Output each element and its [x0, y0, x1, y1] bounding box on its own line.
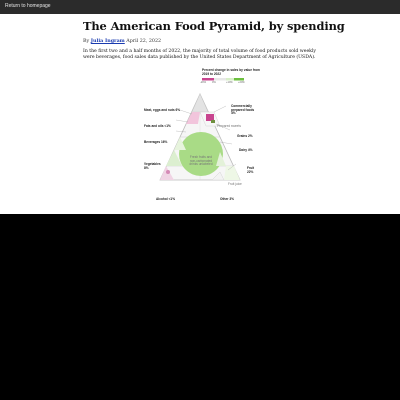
pyramid-graphic: [159, 78, 244, 181]
legend-title: Percent change in sales by value from 20…: [202, 68, 260, 76]
label-fruit: Fruit 22%: [247, 166, 255, 174]
label-vegetables: Vegetables 8%: [144, 162, 161, 170]
publish-date: April 22, 2022: [126, 39, 162, 44]
label-other: Other 3%: [220, 197, 234, 201]
label-commercially-prepared: Commercially prepared foods 4%: [231, 104, 255, 116]
label-alcohol: Alcohol <1%: [156, 197, 176, 201]
top-navigation-bar: Return to homepage: [0, 0, 400, 14]
legend-tick: +10%: [226, 81, 233, 84]
meat-segment: [191, 93, 209, 113]
label-center: Fresh fruits and non-carbonated drinks u…: [189, 155, 213, 167]
label-fats: Fats and oils <1%: [144, 124, 171, 128]
page-title: The American Food Pyramid, by spending: [83, 19, 345, 33]
legend-tick: +20%: [238, 81, 245, 84]
author-link[interactable]: Julia Ingram: [91, 38, 125, 44]
fruit-segment: [224, 166, 240, 180]
label-meat: Meat, eggs and nuts 6%: [144, 108, 181, 112]
food-pyramid-figure: Percent change in sales by value from 20…: [140, 68, 260, 200]
grains-block: [211, 120, 215, 123]
commercial-decline-block: [206, 114, 214, 121]
center-circle: [179, 132, 223, 176]
byline-prefix: By: [83, 39, 90, 44]
legend-tick: -20%: [200, 81, 207, 84]
return-to-homepage-link[interactable]: Return to homepage: [5, 3, 51, 9]
alcohol-dot: [166, 170, 170, 174]
label-prepared-sweets: Prepared sweets: [217, 124, 241, 128]
fats-segment: [186, 112, 200, 124]
label-fruit-juice: Fruit juice: [228, 182, 242, 186]
legend-tick: 0%: [212, 81, 216, 84]
byline: By Julia Ingram April 22, 2022: [83, 38, 161, 44]
label-grains: Grains 2%: [237, 134, 253, 138]
article-summary: In the first two and a half months of 20…: [83, 49, 317, 60]
label-dairy: Dairy 4%: [239, 148, 253, 152]
label-beverages: Beverages 16%: [144, 140, 168, 144]
article-page: The American Food Pyramid, by spending B…: [0, 14, 400, 214]
